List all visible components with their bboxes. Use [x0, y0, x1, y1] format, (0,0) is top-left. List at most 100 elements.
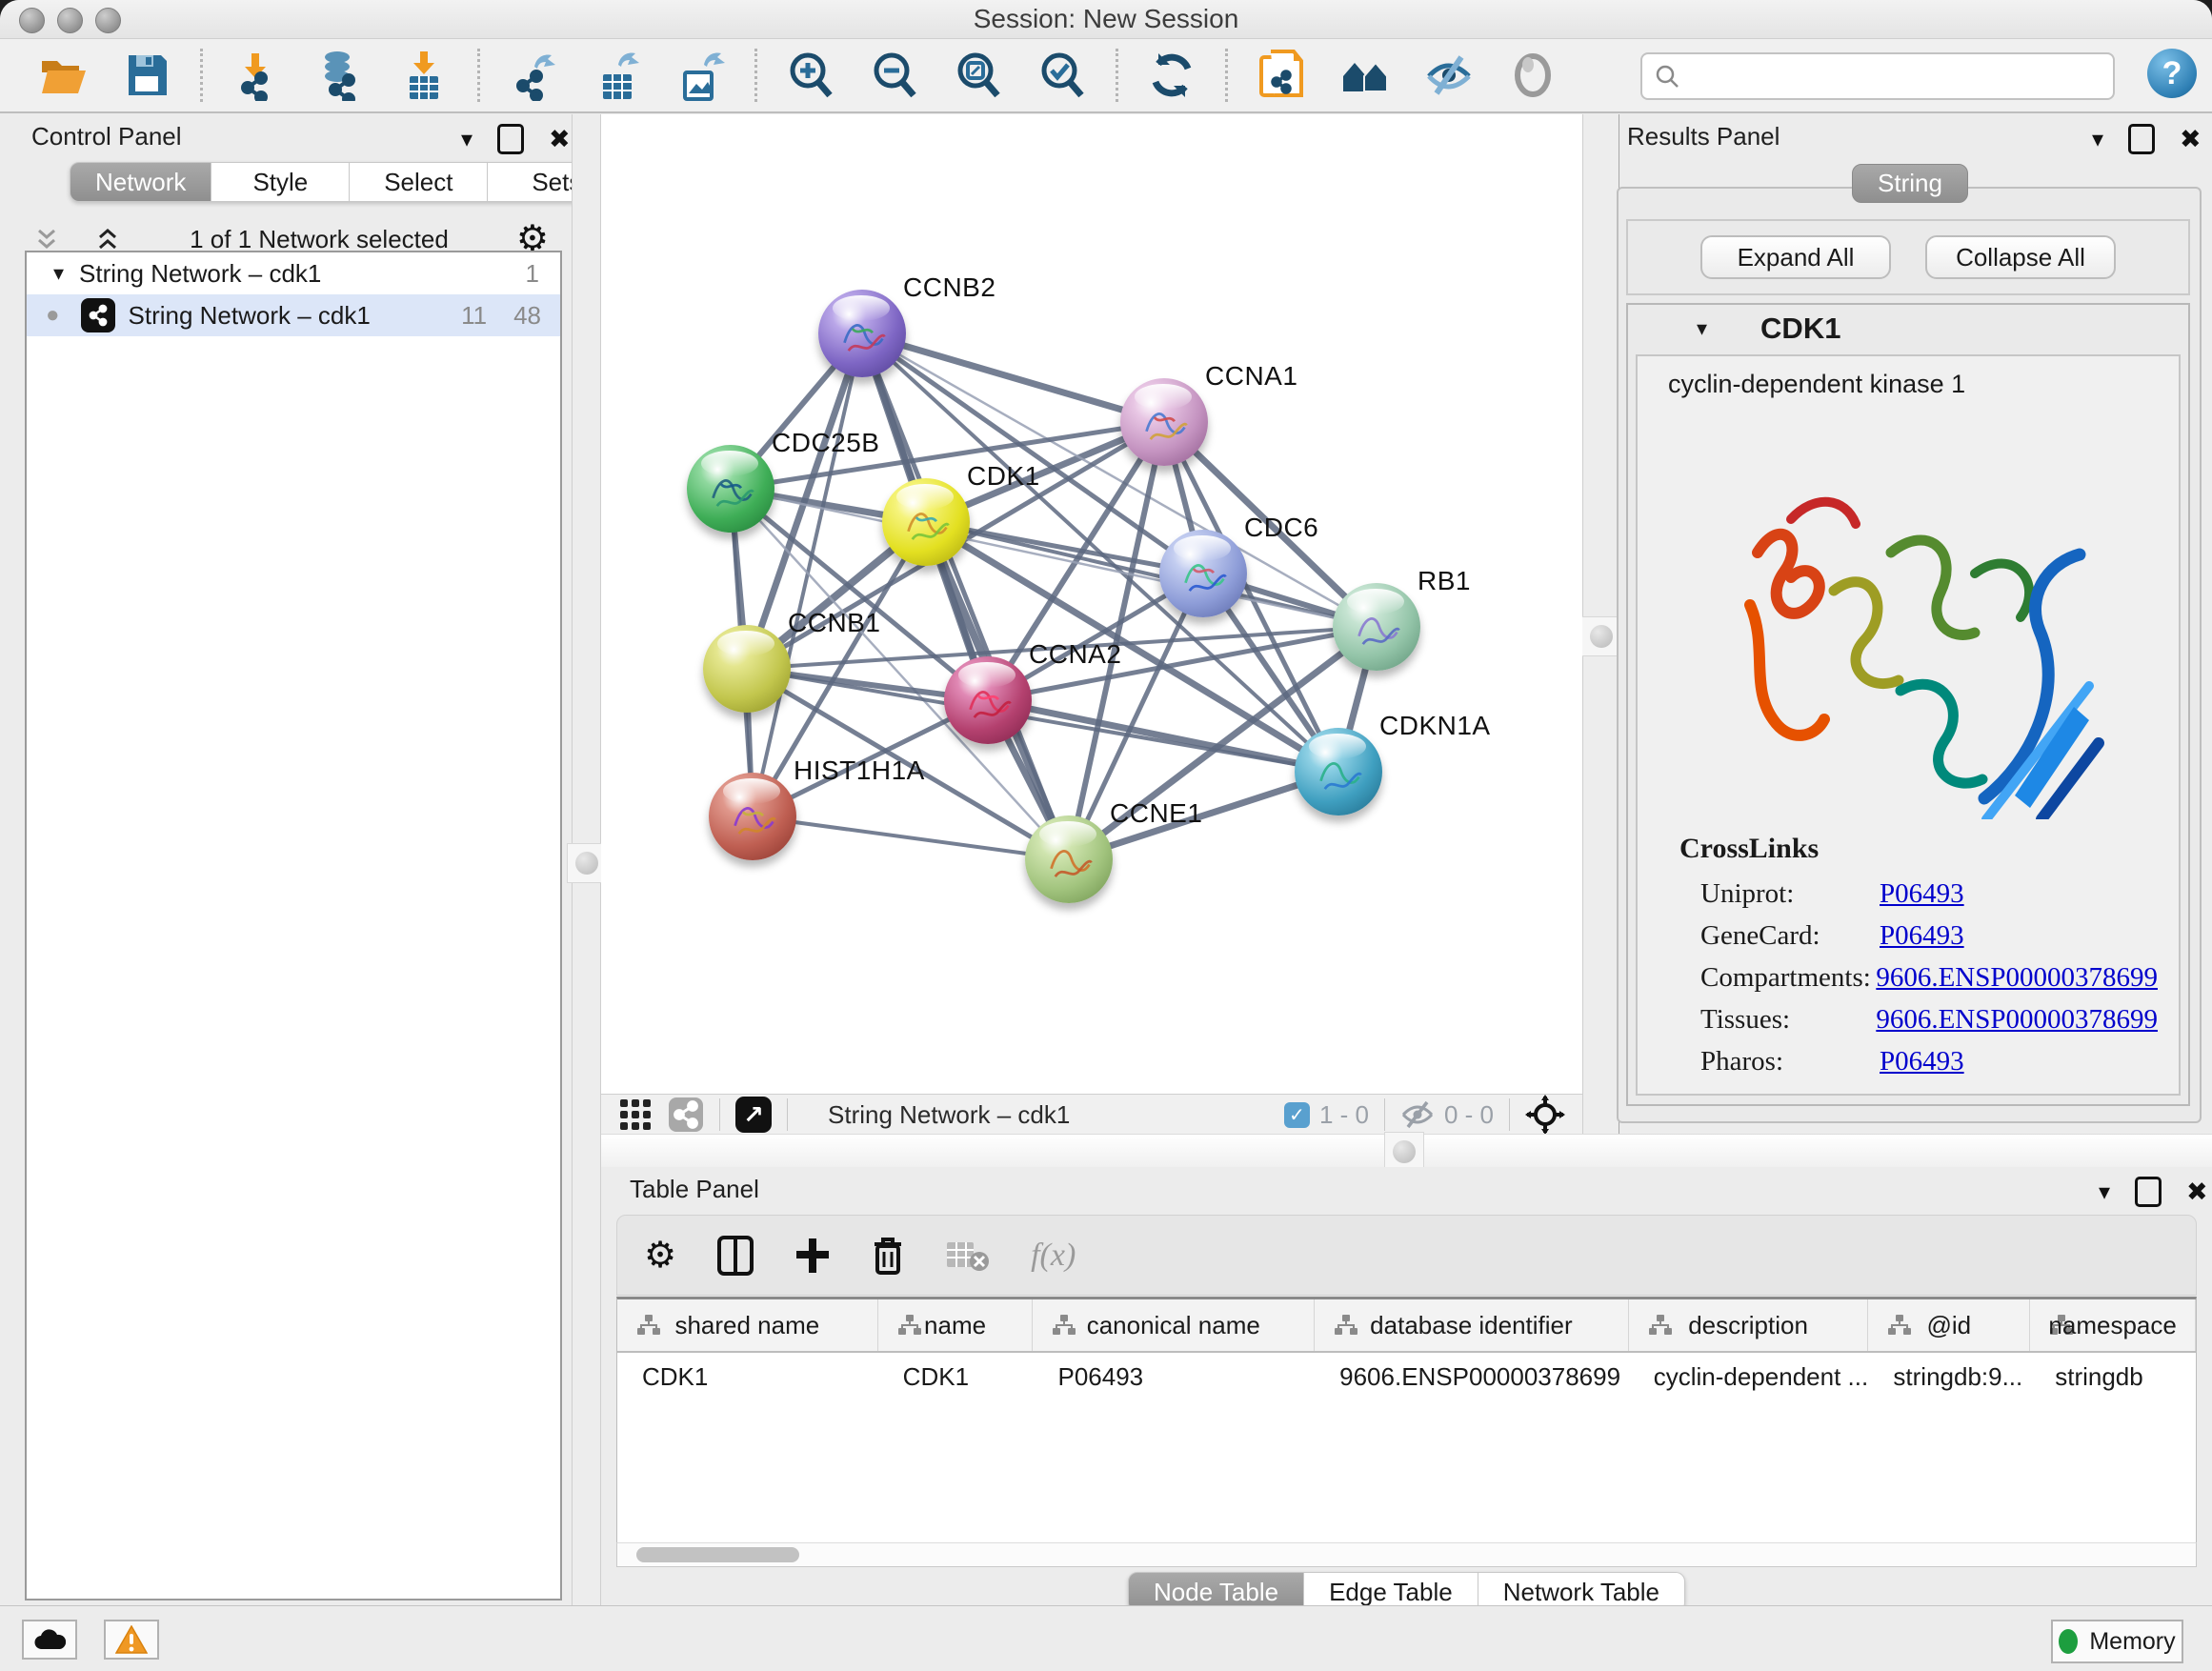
- table-col-description[interactable]: description: [1629, 1299, 1869, 1351]
- section-expand-icon[interactable]: ▾: [1697, 316, 1707, 341]
- crosslink-link[interactable]: P06493: [1880, 920, 1964, 952]
- float-panel-icon[interactable]: [2128, 124, 2155, 154]
- network-row[interactable]: ● String Network – cdk1 11 48: [27, 294, 560, 336]
- node-CDKN1A[interactable]: [1295, 728, 1382, 815]
- float-panel-icon[interactable]: [2135, 1177, 2162, 1207]
- table-cell[interactable]: 9606.ENSP00000378699: [1315, 1362, 1629, 1392]
- tab-network[interactable]: Network: [70, 162, 211, 202]
- edge-CCNB2-CCNA1[interactable]: [862, 333, 1164, 422]
- table-col-id[interactable]: @id: [1868, 1299, 2030, 1351]
- table-col-namespace[interactable]: namespace: [2030, 1299, 2196, 1351]
- tab-string[interactable]: String: [1852, 164, 1968, 203]
- node-label-HIST1H1A: HIST1H1A: [794, 755, 925, 786]
- search-input[interactable]: [1680, 62, 2113, 91]
- zoom-in-icon[interactable]: [784, 49, 837, 102]
- open-view-icon[interactable]: ↗: [735, 1097, 772, 1133]
- import-table-file-icon[interactable]: [397, 49, 451, 102]
- collapse-all-icon[interactable]: [32, 225, 61, 253]
- table-row[interactable]: CDK1CDK1P064939606.ENSP00000378699cyclin…: [617, 1353, 2196, 1400]
- node-CDK1[interactable]: [882, 478, 970, 566]
- node-CDC6[interactable]: [1159, 530, 1247, 617]
- tab-select[interactable]: Select: [350, 162, 488, 202]
- import-network-file-icon[interactable]: [230, 49, 283, 102]
- table-cell[interactable]: stringdb:9...: [1868, 1362, 2030, 1392]
- refresh-view-icon[interactable]: [1145, 49, 1198, 102]
- network-view-title: String Network – cdk1: [828, 1100, 1070, 1130]
- close-panel-icon[interactable]: ✖: [2186, 1178, 2208, 1207]
- selected-nodes-checkbox-icon[interactable]: ✓: [1284, 1102, 1310, 1128]
- hide-selected-icon[interactable]: [1422, 49, 1476, 102]
- tab-style[interactable]: Style: [211, 162, 350, 202]
- zoom-out-icon[interactable]: [868, 49, 921, 102]
- show-columns-icon[interactable]: [716, 1235, 754, 1277]
- close-panel-icon[interactable]: ✖: [549, 125, 571, 154]
- table-cell[interactable]: CDK1: [878, 1362, 1034, 1392]
- hidden-count: 0 - 0: [1444, 1100, 1494, 1130]
- function-builder-icon[interactable]: f(x): [1031, 1238, 1076, 1274]
- edge-HIST1H1A-CCNE1[interactable]: [753, 816, 1069, 859]
- close-panel-icon[interactable]: ✖: [2180, 125, 2202, 154]
- zoom-selected-icon[interactable]: [1036, 49, 1089, 102]
- export-image-icon[interactable]: [674, 49, 728, 102]
- import-network-database-icon[interactable]: [313, 49, 367, 102]
- crosslink-link[interactable]: 9606.ENSP00000378699: [1876, 962, 2158, 994]
- table-cell[interactable]: stringdb: [2030, 1362, 2196, 1392]
- cloud-button[interactable]: [22, 1620, 77, 1660]
- export-table-icon[interactable]: [591, 49, 644, 102]
- network-canvas[interactable]: CCNB2CCNA1CDC25BCDK1CDC6RB1CCNB1CCNA2CDK…: [601, 114, 1582, 1094]
- crosslink-link[interactable]: P06493: [1880, 1046, 1964, 1077]
- network-view-share-icon[interactable]: [668, 1097, 704, 1133]
- delete-table-icon[interactable]: [945, 1238, 991, 1273]
- node-CDC25B[interactable]: [687, 445, 774, 533]
- node-CCNE1[interactable]: [1025, 815, 1113, 903]
- expand-all-button[interactable]: Expand All: [1700, 235, 1891, 279]
- tree-expand-icon[interactable]: ▾: [53, 261, 64, 286]
- zoom-fit-icon[interactable]: [952, 49, 1005, 102]
- collapse-all-button[interactable]: Collapse All: [1925, 235, 2116, 279]
- right-splitter-handle[interactable]: [1581, 616, 1621, 656]
- export-network-icon[interactable]: [507, 49, 560, 102]
- grid-view-icon[interactable]: [618, 1097, 653, 1132]
- table-cell[interactable]: P06493: [1033, 1362, 1315, 1392]
- table-col-shared-name[interactable]: shared name: [617, 1299, 878, 1351]
- show-all-icon[interactable]: [1506, 49, 1559, 102]
- table-col-canonical-name[interactable]: canonical name: [1033, 1299, 1315, 1351]
- collapse-panel-icon[interactable]: ▾: [2099, 1178, 2110, 1206]
- edge-CCNB2-HIST1H1A[interactable]: [753, 333, 862, 816]
- node-HIST1H1A[interactable]: [709, 773, 796, 860]
- node-CCNB1[interactable]: [703, 625, 791, 713]
- delete-column-icon[interactable]: [871, 1235, 905, 1277]
- horizontal-splitter[interactable]: [601, 1134, 2212, 1169]
- horizontal-splitter-handle[interactable]: [1384, 1132, 1424, 1172]
- left-splitter[interactable]: [572, 114, 601, 1605]
- crosslink-link[interactable]: P06493: [1880, 878, 1964, 910]
- first-neighbors-icon[interactable]: [1338, 49, 1392, 102]
- network-collection-row[interactable]: ▾ String Network – cdk1 1: [27, 252, 560, 294]
- right-splitter[interactable]: [1582, 114, 1620, 1134]
- birdseye-crosshair-icon[interactable]: [1525, 1095, 1565, 1135]
- crosslink-link[interactable]: 9606.ENSP00000378699: [1876, 1004, 2158, 1036]
- node-CCNA2[interactable]: [944, 656, 1032, 744]
- node-CCNB2[interactable]: [818, 290, 906, 377]
- warnings-button[interactable]: [104, 1620, 159, 1660]
- expand-all-icon[interactable]: [93, 225, 122, 253]
- help-icon[interactable]: ?: [2147, 49, 2197, 98]
- table-options-gear-icon[interactable]: ⚙: [644, 1238, 676, 1274]
- table-col-name[interactable]: name: [878, 1299, 1034, 1351]
- collapse-panel-icon[interactable]: ▾: [461, 126, 473, 153]
- node-RB1[interactable]: [1333, 583, 1420, 671]
- table-cell[interactable]: CDK1: [617, 1362, 878, 1392]
- open-session-icon[interactable]: [36, 49, 90, 102]
- float-panel-icon[interactable]: [497, 124, 524, 154]
- table-col-database-identifier[interactable]: database identifier: [1315, 1299, 1629, 1351]
- new-network-from-selection-icon[interactable]: [1255, 49, 1308, 102]
- add-column-icon[interactable]: [794, 1237, 831, 1275]
- memory-button[interactable]: Memory: [2051, 1620, 2183, 1663]
- node-CCNA1[interactable]: [1120, 378, 1208, 466]
- save-session-icon[interactable]: [120, 49, 173, 102]
- hidden-eye-icon[interactable]: [1400, 1100, 1435, 1129]
- table-cell[interactable]: cyclin-dependent ...: [1629, 1362, 1869, 1392]
- collapse-panel-icon[interactable]: ▾: [2092, 126, 2103, 153]
- edge-CCNA2-CDKN1A[interactable]: [988, 700, 1338, 772]
- gene-section-header[interactable]: ▾ CDK1: [1628, 305, 2188, 352]
